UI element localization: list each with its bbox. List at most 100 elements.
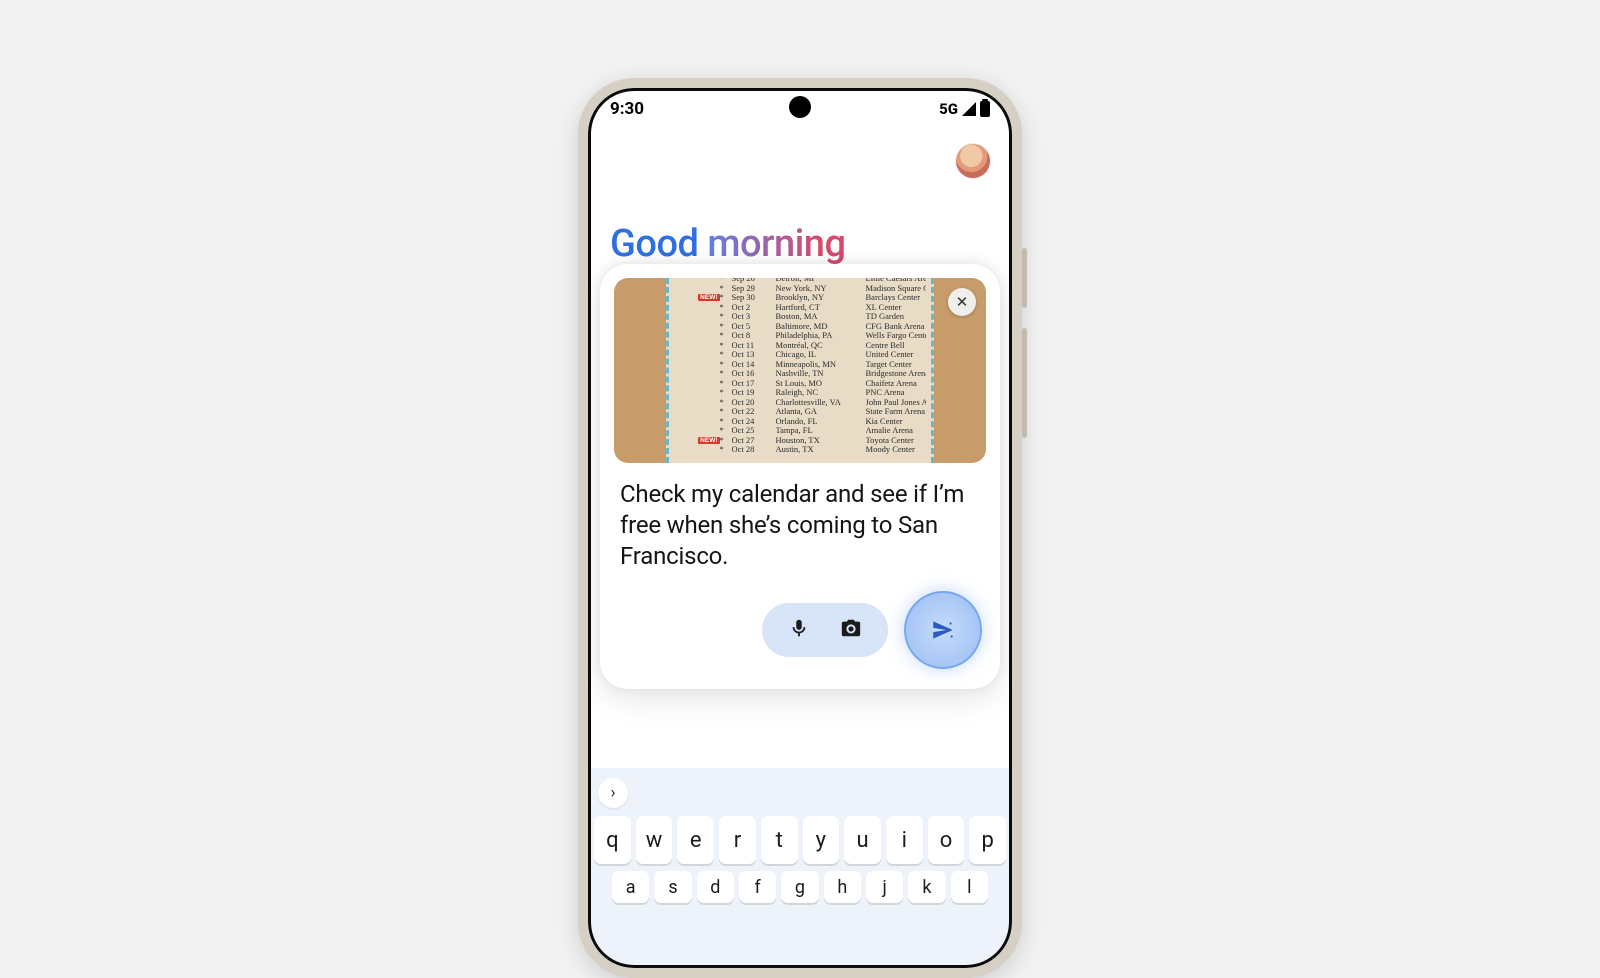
bullet-icon xyxy=(720,436,732,446)
bullet-icon xyxy=(720,303,732,313)
front-camera-hole xyxy=(789,96,811,118)
tour-city: Houston, TX xyxy=(776,436,866,446)
tour-venue: Moody Center xyxy=(866,445,927,455)
tour-venue: CFG Bank Arena xyxy=(866,322,927,332)
remove-attachment-button[interactable]: ✕ xyxy=(948,288,976,316)
tour-city: Hartford, CT xyxy=(776,303,866,313)
tour-date: Oct 17 xyxy=(732,379,776,389)
mic-button[interactable] xyxy=(788,617,810,643)
tour-venue: Kia Center xyxy=(866,417,927,427)
status-indicators: 5G xyxy=(939,100,990,118)
tour-city: Raleigh, NC xyxy=(776,388,866,398)
status-bar: 9:30 5G xyxy=(588,88,1012,130)
key-u[interactable]: u xyxy=(844,816,881,864)
bullet-icon xyxy=(720,388,732,398)
tour-venue: Chaifetz Arena xyxy=(866,379,927,389)
tour-date: Oct 20 xyxy=(732,398,776,408)
key-r[interactable]: r xyxy=(719,816,756,864)
keyboard-expand-button[interactable]: › xyxy=(598,778,628,808)
camera-button[interactable] xyxy=(840,617,862,643)
send-button[interactable] xyxy=(904,591,982,669)
tour-city: Charlottesville, VA xyxy=(776,398,866,408)
tour-venue: Centre Bell xyxy=(866,341,927,351)
tour-venue: United Center xyxy=(866,350,927,360)
ticket-perforation-left xyxy=(666,278,669,463)
tour-city: Chicago, IL xyxy=(776,350,866,360)
bullet-icon xyxy=(720,350,732,360)
greeting-heading: Good morning xyxy=(588,178,1012,266)
close-icon: ✕ xyxy=(956,293,969,311)
bullet-icon xyxy=(720,407,732,417)
bullet-icon xyxy=(720,293,732,303)
key-h[interactable]: h xyxy=(824,871,861,903)
tour-city: Austin, TX xyxy=(776,445,866,455)
tour-date: Sep 30 xyxy=(732,293,776,303)
greeting-word-2: morning xyxy=(707,222,845,266)
key-o[interactable]: o xyxy=(928,816,965,864)
tour-date: Oct 13 xyxy=(732,350,776,360)
tour-city: Brooklyn, NY xyxy=(776,293,866,303)
tour-venue: Wells Fargo Center xyxy=(866,331,927,341)
tour-city: Minneapolis, MN xyxy=(776,360,866,370)
tour-venue: Target Center xyxy=(866,360,927,370)
battery-icon xyxy=(980,101,990,117)
key-p[interactable]: p xyxy=(969,816,1006,864)
tour-date: Oct 24 xyxy=(732,417,776,427)
bullet-icon xyxy=(720,331,732,341)
key-f[interactable]: f xyxy=(739,871,776,903)
tour-date: Oct 8 xyxy=(732,331,776,341)
bullet-icon xyxy=(720,312,732,322)
tour-date: Oct 2 xyxy=(732,303,776,313)
signal-icon xyxy=(962,102,976,116)
bullet-icon xyxy=(720,379,732,389)
bullet-icon xyxy=(720,322,732,332)
key-g[interactable]: g xyxy=(781,871,818,903)
tour-date: Oct 11 xyxy=(732,341,776,351)
attached-image[interactable]: ✕ Sep 26Detroit, MILittle Caesars ArenaS… xyxy=(614,278,986,463)
mic-icon xyxy=(788,617,810,639)
keyboard-row-2: asdfghjkl xyxy=(588,871,1012,910)
key-e[interactable]: e xyxy=(677,816,714,864)
key-j[interactable]: j xyxy=(866,871,903,903)
bullet-icon xyxy=(720,426,732,436)
ticket-perforation-right xyxy=(931,278,934,463)
tour-venue: Amalie Arena xyxy=(866,426,927,436)
power-button[interactable] xyxy=(1022,248,1027,308)
tour-venue: XL Center xyxy=(866,303,927,313)
volume-button[interactable] xyxy=(1022,328,1027,438)
key-s[interactable]: s xyxy=(654,871,691,903)
bullet-icon xyxy=(720,445,732,455)
key-i[interactable]: i xyxy=(886,816,923,864)
tour-city: St Louis, MO xyxy=(776,379,866,389)
tour-date: Oct 19 xyxy=(732,388,776,398)
bullet-icon xyxy=(720,341,732,351)
profile-avatar[interactable] xyxy=(956,144,990,178)
key-q[interactable]: q xyxy=(594,816,631,864)
tour-date: Oct 28 xyxy=(732,445,776,455)
tour-date: Oct 27 xyxy=(732,436,776,446)
keyboard-row-1: qwertyuiop xyxy=(588,816,1012,871)
bullet-icon xyxy=(720,284,732,294)
key-l[interactable]: l xyxy=(951,871,988,903)
bullet-icon xyxy=(720,398,732,408)
key-a[interactable]: a xyxy=(612,871,649,903)
tour-city: New York, NY xyxy=(776,284,866,294)
key-t[interactable]: t xyxy=(761,816,798,864)
key-k[interactable]: k xyxy=(908,871,945,903)
tour-city: Atlanta, GA xyxy=(776,407,866,417)
key-y[interactable]: y xyxy=(803,816,840,864)
bullet-icon xyxy=(720,417,732,427)
tour-venue: PNC Arena xyxy=(866,388,927,398)
key-w[interactable]: w xyxy=(636,816,673,864)
tour-dates-list: Sep 26Detroit, MILittle Caesars ArenaSep… xyxy=(674,278,927,463)
bullet-icon xyxy=(720,360,732,370)
key-d[interactable]: d xyxy=(697,871,734,903)
tour-date: Oct 16 xyxy=(732,369,776,379)
prompt-input[interactable]: Check my calendar and see if I’m free wh… xyxy=(614,463,986,573)
tour-date: Sep 29 xyxy=(732,284,776,294)
tour-venue: Madison Square Garden xyxy=(866,284,927,294)
media-input-pill xyxy=(762,603,888,657)
tour-venue: TD Garden xyxy=(866,312,927,322)
tour-city: Philadelphia, PA xyxy=(776,331,866,341)
tour-city: Boston, MA xyxy=(776,312,866,322)
